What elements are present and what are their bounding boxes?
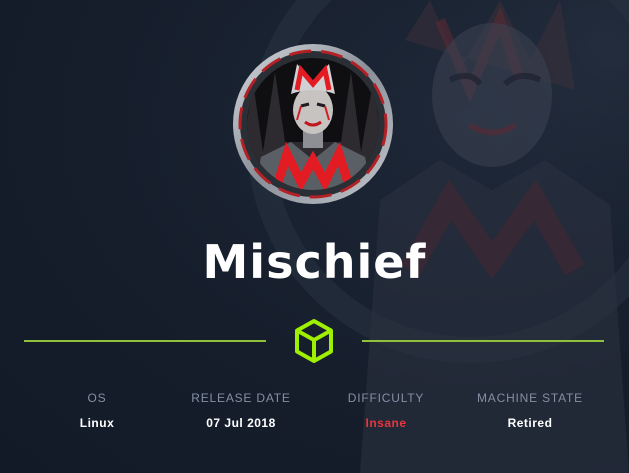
machine-title: Mischief: [202, 235, 427, 289]
stat-value: 07 Jul 2018: [206, 416, 276, 430]
stat-label: DIFFICULTY: [347, 391, 425, 405]
stat-label: RELEASE DATE: [191, 391, 291, 405]
stat-release-date: RELEASE DATE 07 Jul 2018: [166, 390, 316, 431]
stat-value: Retired: [507, 416, 553, 430]
stat-difficulty: DIFFICULTY Insane: [311, 390, 461, 431]
stat-value: Linux: [79, 416, 115, 430]
divider-right: [362, 340, 604, 342]
stat-label: MACHINE STATE: [477, 391, 583, 405]
stat-label: OS: [87, 391, 107, 405]
cube-icon: [295, 319, 333, 363]
machine-stats: OS Linux RELEASE DATE 07 Jul 2018 DIFFIC…: [0, 390, 629, 440]
difficulty-badge: Insane: [365, 416, 407, 430]
machine-card: Mischief OS Linux RELEASE DATE 07 Jul 20…: [0, 0, 629, 473]
divider-left: [24, 340, 266, 342]
stat-os: OS Linux: [22, 390, 172, 431]
jester-avatar: [233, 44, 393, 204]
stat-machine-state: MACHINE STATE Retired: [455, 390, 605, 431]
